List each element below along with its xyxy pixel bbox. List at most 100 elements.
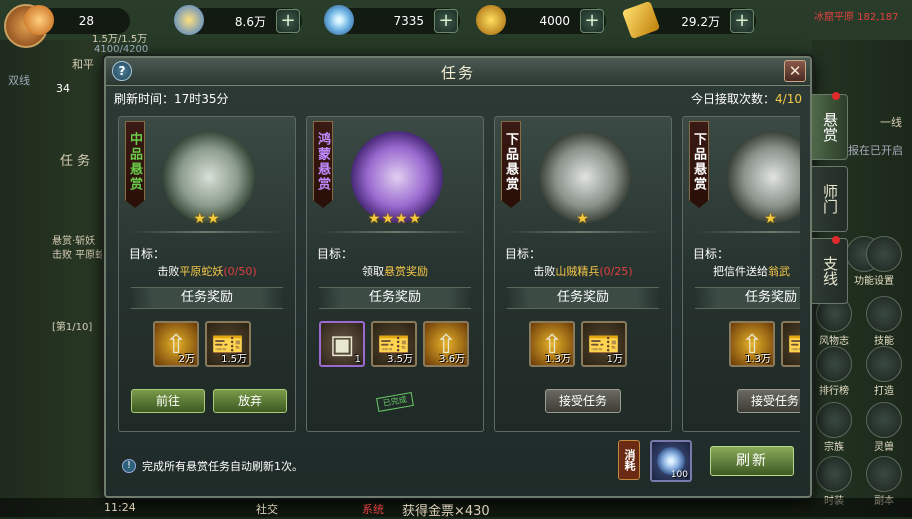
refresh-cost-item[interactable]: 100 — [650, 440, 692, 482]
left-hud — [0, 40, 110, 517]
quest-grade-tag: 中品悬赏 — [125, 121, 145, 208]
reward-item[interactable]: 🎫 3.5万 — [371, 321, 417, 367]
reward-header: 任务奖励 — [507, 287, 659, 309]
reward-item[interactable]: ⇧ 2万 — [153, 321, 199, 367]
notification-dot — [832, 92, 840, 100]
refresh-time: 刷新时间：17时35分 — [114, 92, 229, 106]
accept-quest-button[interactable]: 接受任务 — [737, 389, 800, 413]
goal-label: 目标： — [129, 247, 166, 261]
skills-button[interactable]: 技能 — [862, 296, 906, 347]
jade-coin-icon — [324, 5, 354, 35]
add-gold-ingot-button[interactable]: + — [276, 9, 300, 33]
forge-button[interactable]: 打造 — [862, 346, 906, 397]
reward-item[interactable]: ⇧ 1.3万 — [729, 321, 775, 367]
quest-goal: 击败山贼精兵(0/25) — [533, 265, 633, 278]
divider — [695, 231, 800, 233]
reward-items: ⇧ 1.3万 🎫 1万 — [495, 321, 671, 369]
quest-card[interactable]: 下品悬赏 ★ 目标： 击败山贼精兵(0/25) 任务奖励 ⇧ 1.3万 🎫 1万 接… — [494, 116, 672, 432]
tab-bounty[interactable]: 悬赏 — [812, 94, 848, 160]
resource-copper: 4000 + — [476, 5, 606, 35]
quest-tracker-title[interactable]: 任 务 — [60, 150, 90, 169]
quest-card-list: 中品悬赏 ★★ 目标： 击败平原蛇妖(0/50) 任务奖励 ⇧ 2万 🎫 1.5万 … — [118, 116, 800, 432]
close-button[interactable]: ✕ — [784, 60, 806, 82]
reward-item[interactable]: 🎫 1.5万 — [205, 321, 251, 367]
accept-quest-button[interactable]: 接受任务 — [545, 389, 621, 413]
system-message: 获得金票×430 — [402, 504, 490, 519]
reward-item[interactable]: ▣ 1 — [319, 321, 365, 367]
quest-grade-tag: 下品悬赏 — [501, 121, 521, 208]
trophy-icon — [816, 346, 852, 382]
event-notice: 报在已开启 — [848, 144, 903, 157]
tracker-quest-name[interactable]: 悬赏·斩妖 — [52, 232, 95, 247]
quest-card[interactable]: 中品悬赏 ★★ 目标： 击败平原蛇妖(0/50) 任务奖励 ⇧ 2万 🎫 1.5万 … — [118, 116, 296, 432]
settings-button[interactable]: 设置 — [862, 236, 906, 287]
reward-header: 任务奖励 — [131, 287, 283, 309]
tracker-quest-progress: [第1/10] — [52, 322, 93, 333]
quest-grade-tag: 鸿蒙悬赏 — [313, 121, 333, 208]
completed-stamp: 已完成 — [376, 391, 414, 413]
gold-ingot-icon — [174, 5, 204, 35]
notification-dot — [832, 236, 840, 244]
quest-stars: ★ — [764, 211, 778, 227]
quest-stars: ★★ — [193, 211, 221, 227]
reward-item[interactable]: 🎫 1万 — [581, 321, 627, 367]
divider — [319, 231, 471, 233]
reward-items: ⇧ 2万 🎫 1.5万 — [119, 321, 295, 369]
dialog-titlebar: ? 任务 ✕ — [106, 58, 810, 86]
quest-card[interactable]: 鸿蒙悬赏 ★★★★ 目标： 领取悬赏奖励 任务奖励 ▣ 1 🎫 3.5万 ⇧ 3.6万… — [306, 116, 484, 432]
divider — [507, 231, 659, 233]
anvil-icon — [866, 346, 902, 382]
social-button[interactable]: 社交 — [256, 501, 278, 517]
divider — [131, 231, 283, 233]
channel-label[interactable]: 一线 — [880, 114, 902, 130]
gold-ticket-icon: 🎫 — [787, 327, 800, 361]
sword-emblem-icon — [539, 131, 631, 223]
crossed-swords-emblem-icon — [351, 131, 443, 223]
system-channel-tag: 系统 — [362, 503, 384, 516]
resource-gold-ingot: 8.6万 + — [174, 5, 302, 35]
accept-count-value: 4/10 — [775, 92, 802, 106]
quest-goal: 把信件送给翁武 — [713, 265, 790, 278]
quest-card[interactable]: 下品悬赏 ★ 目标： 把信件送给翁武 任务奖励 ⇧1.3万 🎫 接受任务 — [682, 116, 800, 432]
spirit-beast-button[interactable]: 灵兽 — [862, 402, 906, 453]
goal-label: 目标： — [317, 247, 354, 261]
info-icon: ! — [122, 459, 136, 473]
chat-strip: 11:24 社交 系统 获得金票×430 — [0, 498, 912, 519]
dialog-title: 任务 — [440, 64, 475, 82]
refresh-button[interactable]: 刷新 — [710, 446, 794, 476]
reward-items: ⇧1.3万 🎫 — [683, 321, 800, 369]
tab-side-quest[interactable]: 支线 — [812, 238, 848, 304]
clan-button[interactable]: 宗族 — [812, 402, 856, 453]
paw-icon — [866, 402, 902, 438]
resource-power: 28 — [24, 5, 130, 35]
gold-ticket-icon — [621, 0, 661, 40]
abandon-button[interactable]: 放弃 — [213, 389, 287, 413]
copper-coin-icon — [476, 5, 506, 35]
reward-item[interactable]: 🎫 — [781, 321, 800, 367]
cost-quantity: 100 — [670, 470, 688, 480]
ranking-button[interactable]: 排行榜 — [812, 346, 856, 397]
accept-count: 今日接取次数：4/10 — [691, 92, 802, 106]
reward-item[interactable]: ⇧ 1.3万 — [529, 321, 575, 367]
go-button[interactable]: 前往 — [131, 389, 205, 413]
quest-stars: ★★★★ — [367, 211, 423, 227]
tab-sect[interactable]: 师门 — [812, 166, 848, 232]
skill-icon — [866, 296, 902, 332]
quest-stars: ★ — [576, 211, 590, 227]
resource-jade: 7335 + — [324, 5, 460, 35]
quest-goal: 击败平原蛇妖(0/50) — [157, 265, 257, 278]
reward-items: ▣ 1 🎫 3.5万 ⇧ 3.6万 — [307, 321, 483, 369]
crossed-swords-emblem-icon — [163, 131, 255, 223]
line-label[interactable]: 双线 — [8, 72, 30, 88]
consume-label: 消耗 — [618, 440, 640, 480]
sword-emblem-icon — [727, 131, 800, 223]
power-gem-icon — [24, 5, 54, 35]
reward-item[interactable]: ⇧ 3.6万 — [423, 321, 469, 367]
add-copper-button[interactable]: + — [580, 9, 604, 33]
add-gold-ticket-button[interactable]: + — [730, 9, 754, 33]
add-jade-button[interactable]: + — [434, 9, 458, 33]
goal-label: 目标： — [505, 247, 542, 261]
player-level: 34 — [56, 82, 70, 95]
player-name: 和平 — [72, 58, 94, 71]
resource-bar: 28 8.6万 + 7335 + 4000 + 29.2万 + — [0, 0, 912, 40]
